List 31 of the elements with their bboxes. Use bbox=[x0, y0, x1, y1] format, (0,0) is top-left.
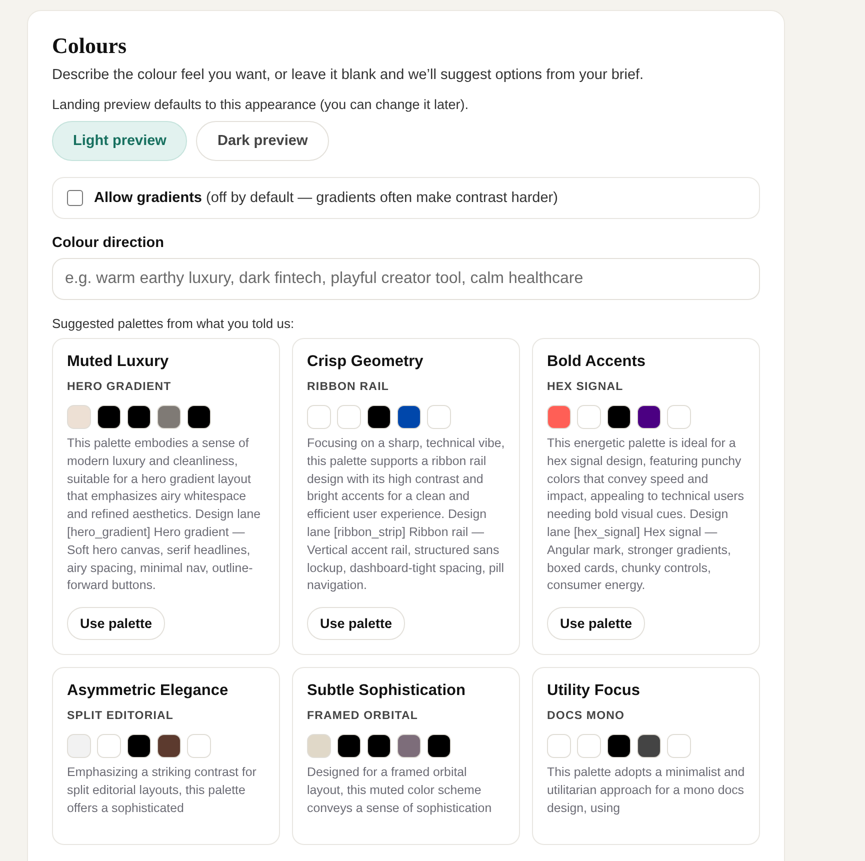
use-palette-button[interactable]: Use palette bbox=[67, 607, 166, 640]
palette-description: This energetic palette is ideal for a hex signal design, featuring punchy colors that convey speed and impact, appealing to technical users needing bold visual cues. Design lane [hex_signal] Hex signal — Angular mark, stronger gradients, boxed cards, chunky controls, consumer energy. bbox=[547, 435, 745, 594]
palette-lane: RIBBON RAIL bbox=[307, 381, 390, 393]
gradients-label: Allow gradients (off by default — gradients often make contrast harder) bbox=[94, 190, 558, 206]
palette-name: Muted Luxury bbox=[67, 353, 170, 371]
intro-text: Describe the colour feel you want, or leave it blank and we’ll suggest options from your brief. bbox=[52, 67, 645, 83]
palette-lane: DOCS MONO bbox=[547, 710, 626, 722]
palette-name: Utility Focus bbox=[547, 682, 642, 700]
palette-lane: HEX SIGNAL bbox=[547, 381, 624, 393]
palette-description: This palette embodies a sense of modern luxury and cleanliness, suitable for a hero gradient layout that emphasizes airy whitespace and refined aesthetics. Design lane [hero_gradient] Hero gradient — Soft hero canvas, serif headlines, airy spacing, minimal nav, outline-forward buttons. bbox=[67, 435, 262, 594]
palette-description: This palette adopts a minimalist and utilitarian approach for a mono docs design, using bbox=[547, 764, 745, 817]
preview-tab[interactable]: Light preview bbox=[52, 121, 188, 161]
palette-description: Emphasizing a striking contrast for split editorial layouts, this palette offers a sophisticated bbox=[67, 764, 258, 817]
palette-lane: HERO GRADIENT bbox=[67, 381, 172, 393]
preview-tab[interactable]: Dark preview bbox=[196, 121, 329, 161]
suggestion-note: Suggested palettes from what you told us: bbox=[52, 316, 296, 331]
appearance-note: Landing preview defaults to this appearance (you can change it later). bbox=[52, 97, 470, 112]
use-palette-button[interactable]: Use palette bbox=[547, 607, 646, 640]
palette-description: Focusing on a sharp, technical vibe, this palette supports a ribbon rail design with its high contrast and bright accents for a clean and efficient user experience. Design lane [ribbon_strip] Ribbon rail — Vertical accent rail, structured sans lockup, dashboard-tight spacing, pill navigation. bbox=[307, 435, 505, 594]
palette-name: Asymmetric Elegance bbox=[67, 682, 230, 700]
field-label: Colour direction bbox=[52, 235, 165, 251]
palette-lane: FRAMED ORBITAL bbox=[307, 710, 420, 722]
palette-lane: SPLIT EDITORIAL bbox=[67, 710, 175, 722]
palette-name: Bold Accents bbox=[547, 353, 646, 371]
palette-name: Subtle Sophistication bbox=[307, 682, 466, 700]
gradients-checkbox[interactable] bbox=[67, 190, 83, 206]
palette-name: Crisp Geometry bbox=[307, 353, 424, 371]
colour-direction-field[interactable]: e.g. warm earthy luxury, dark fintech, playful creator tool, calm healthcare bbox=[52, 258, 760, 300]
section-title: Colours bbox=[52, 33, 128, 59]
palette-description: Designed for a framed orbital layout, this muted color scheme conveys a sense of sophistication bbox=[307, 764, 493, 817]
use-palette-button[interactable]: Use palette bbox=[307, 607, 406, 640]
